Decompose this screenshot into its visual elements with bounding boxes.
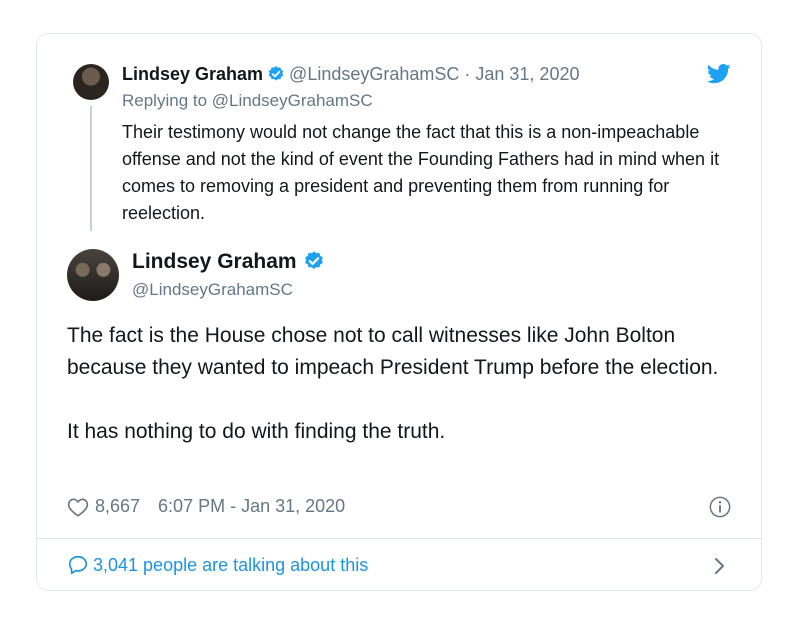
tweet-timestamp[interactable]: 6:07 PM - Jan 31, 2020 (158, 496, 345, 517)
twitter-bird-icon[interactable] (707, 64, 731, 84)
author-avatar[interactable] (67, 249, 119, 301)
author-handle[interactable]: @LindseyGrahamSC (132, 280, 293, 300)
tweet-paragraph: The fact is the House chose not to call … (67, 324, 719, 379)
reply-header: Lindsey Graham @LindseyGrahamSC · Jan 31,… (122, 64, 579, 85)
replying-to-label[interactable]: Replying to @LindseyGrahamSC (122, 91, 373, 111)
speech-bubble-icon (68, 555, 88, 575)
like-count[interactable]: 8,667 (95, 496, 140, 517)
verified-badge-icon (268, 66, 284, 81)
conversation-count-label[interactable]: 3,041 people are talking about this (93, 555, 368, 576)
tweet-meta: 8,667 6:07 PM - Jan 31, 2020 (67, 496, 345, 517)
reply-author-name[interactable]: Lindsey Graham (122, 64, 263, 84)
heart-icon[interactable] (67, 497, 89, 517)
reply-tweet-text: Their testimony would not change the fac… (122, 122, 720, 223)
conversation-link[interactable]: 3,041 people are talking about this (67, 554, 368, 576)
divider (37, 538, 761, 539)
author-name[interactable]: Lindsey Graham (132, 250, 297, 273)
info-icon[interactable] (709, 496, 731, 518)
reply-author-avatar[interactable] (73, 64, 109, 100)
embedded-tweet-card[interactable]: Lindsey Graham @LindseyGrahamSC · Jan 31,… (36, 33, 762, 591)
tweet-text: The fact is the House chose not to call … (67, 320, 737, 448)
reply-handle-date[interactable]: @LindseyGrahamSC · Jan 31, 2020 (289, 64, 579, 84)
tweet-paragraph: It has nothing to do with finding the tr… (67, 420, 446, 443)
author-name-row[interactable]: Lindsey Graham (132, 250, 329, 274)
chevron-right-icon[interactable] (713, 556, 727, 576)
thread-connector-line (90, 106, 92, 231)
verified-badge-icon (304, 251, 323, 269)
